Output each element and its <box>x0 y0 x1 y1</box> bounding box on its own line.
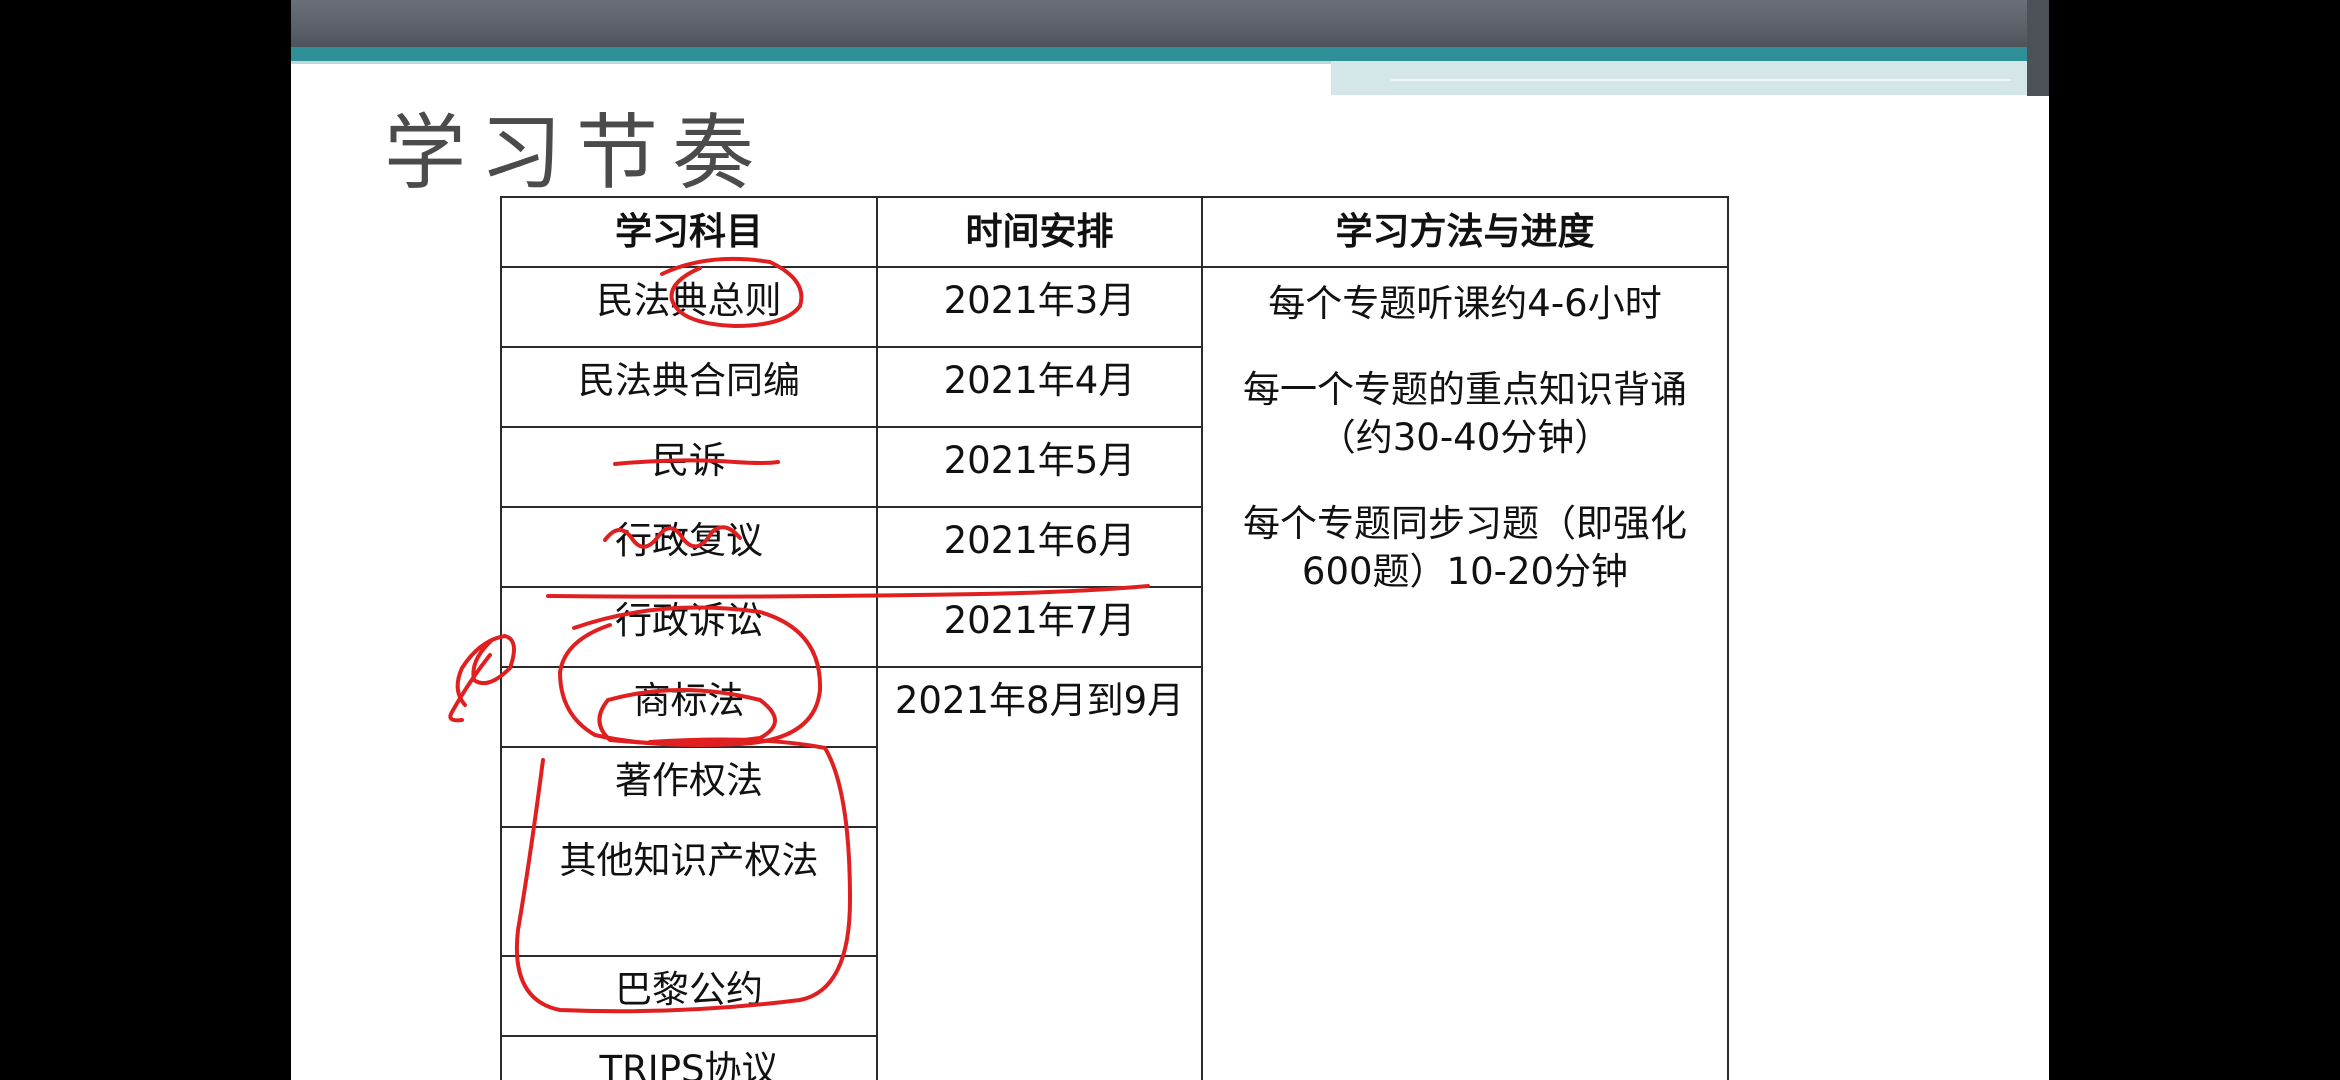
subject-cell: 民法典总则 <box>500 266 878 348</box>
method-line: 每个专题听课约4-6小时 <box>1268 282 1662 325</box>
time-cell: 2021年6月 <box>876 506 1203 588</box>
header-band-dark <box>291 0 2049 47</box>
subject-cell: 行政复议 <box>500 506 878 588</box>
slide-title: 学习节奏 <box>384 106 769 201</box>
method-line: 每个专题同步习题（即强化 <box>1243 502 1687 545</box>
subject-cell: TRIPS协议 <box>500 1035 878 1080</box>
method-line: （约30-40分钟） <box>1318 416 1612 459</box>
method-line: 每一个专题的重点知识背诵 <box>1243 368 1687 411</box>
time-cell: 2021年5月 <box>876 426 1203 508</box>
slide-canvas: 学习节奏 学习科目 时间安排 学习方法与进度 民法典总则 2021年3月 每个专… <box>291 0 2049 1080</box>
header-time: 时间安排 <box>876 196 1203 268</box>
subject-cell: 其他知识产权法 <box>500 826 878 957</box>
schedule-table: 学习科目 时间安排 学习方法与进度 民法典总则 2021年3月 每个专题听课约4… <box>500 196 1729 1080</box>
subject-cell: 著作权法 <box>500 746 878 828</box>
header-edge <box>2027 0 2049 96</box>
time-cell: 2021年4月 <box>876 346 1203 428</box>
table-header-row: 学习科目 时间安排 学习方法与进度 <box>500 196 1729 268</box>
subject-cell: 巴黎公约 <box>500 955 878 1037</box>
subject-cell: 商标法 <box>500 666 878 748</box>
header-band-highlight <box>1391 79 2011 81</box>
subject-cell: 民法典合同编 <box>500 346 878 428</box>
header-method: 学习方法与进度 <box>1201 196 1729 268</box>
subject-cell: 行政诉讼 <box>500 586 878 668</box>
time-cell: 2021年7月 <box>876 586 1203 668</box>
subject-cell: 民诉 <box>500 426 878 508</box>
header-subject: 学习科目 <box>500 196 878 268</box>
header-band-right <box>1331 61 2049 95</box>
method-line: 600题）10-20分钟 <box>1301 550 1629 593</box>
method-cell: 每个专题听课约4-6小时 每一个专题的重点知识背诵 （约30-40分钟） 每个专… <box>1201 266 1729 1080</box>
time-cell: 2021年3月 <box>876 266 1203 348</box>
header-band-teal <box>291 47 2049 61</box>
time-cell: 2021年8月到9月 <box>876 666 1203 1080</box>
table-row: 民法典总则 2021年3月 每个专题听课约4-6小时 每一个专题的重点知识背诵 … <box>500 266 1729 1080</box>
